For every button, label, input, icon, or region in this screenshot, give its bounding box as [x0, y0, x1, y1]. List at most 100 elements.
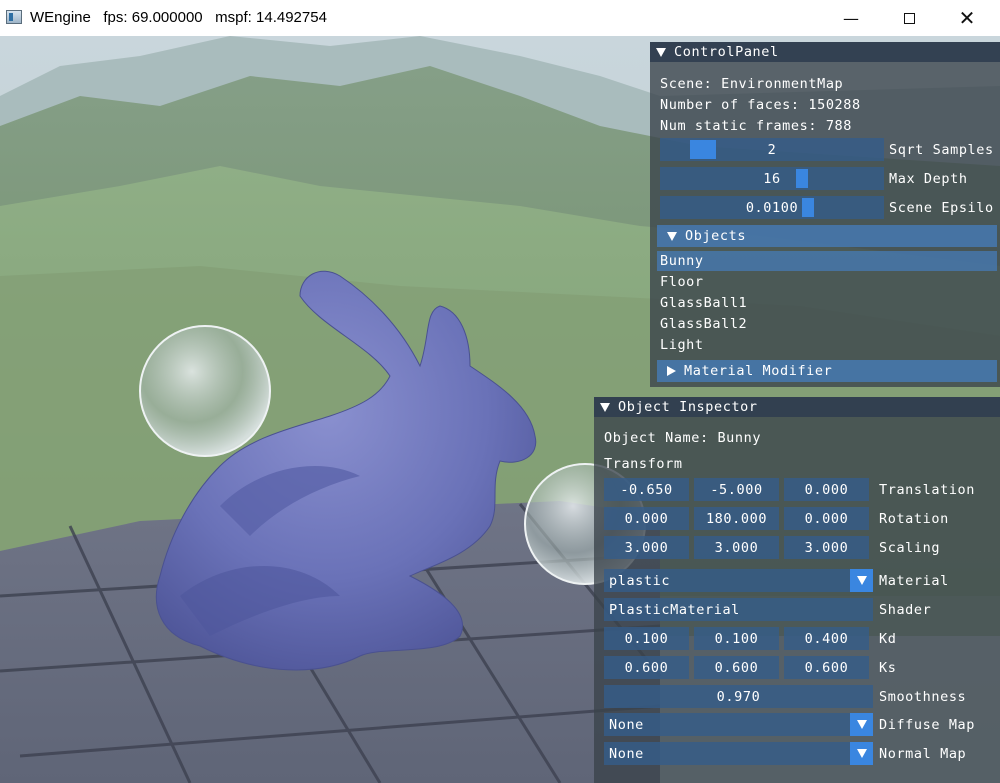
ks-b-field[interactable]: 0.600 [784, 656, 869, 679]
transform-label: Transform [604, 456, 683, 472]
slider-grab[interactable] [802, 198, 814, 217]
kd-g-field[interactable]: 0.100 [694, 627, 779, 650]
field-value: 0.600 [624, 659, 669, 676]
field-value: 3.000 [714, 539, 759, 556]
title-bar: WEngine fps: 69.000000 mspf: 14.492754 —… [0, 0, 1000, 36]
minimize-button[interactable]: — [822, 0, 880, 36]
list-item-light[interactable]: Light [657, 335, 997, 355]
smoothness-label: Smoothness [879, 689, 967, 705]
collapse-arrow-icon [656, 47, 666, 57]
face-count-text: Number of faces: 150288 [660, 97, 861, 113]
translation-y-field[interactable]: -5.000 [694, 478, 779, 501]
smoothness-field[interactable]: 0.970 [604, 685, 873, 708]
list-item-bunny[interactable]: Bunny [657, 251, 997, 271]
list-item-glassball1[interactable]: GlassBall1 [657, 293, 997, 313]
sqrt-samples-value: 2 [767, 141, 777, 158]
list-item-label: GlassBall1 [660, 295, 748, 311]
sqrt-samples-slider[interactable]: 2 [660, 138, 884, 161]
scene-epsilon-label: Scene Epsilo [889, 200, 994, 216]
control-panel-header[interactable]: ControlPanel [650, 42, 1000, 62]
max-depth-label: Max Depth [889, 171, 968, 187]
rotation-y-field[interactable]: 180.000 [694, 507, 779, 530]
object-inspector-panel: Object Inspector Object Name: Bunny Tran… [594, 397, 1000, 783]
material-combo[interactable]: plastic [604, 569, 859, 592]
material-value: plastic [609, 572, 671, 589]
shader-field[interactable]: PlasticMaterial [604, 598, 873, 621]
collapse-arrow-icon [600, 402, 610, 412]
object-inspector-header[interactable]: Object Inspector [594, 397, 1000, 417]
scaling-label: Scaling [879, 540, 941, 556]
field-value: 0.100 [624, 630, 669, 647]
list-item-floor[interactable]: Floor [657, 272, 997, 292]
smoothness-value: 0.970 [716, 688, 761, 705]
scene-name-text: Scene: EnvironmentMap [660, 76, 844, 92]
static-frames-text: Num static frames: 788 [660, 118, 853, 134]
fps-readout: fps: 69.000000 [103, 9, 203, 26]
list-item-label: Light [660, 337, 704, 353]
expand-arrow-icon [667, 366, 676, 376]
field-value: -5.000 [710, 481, 763, 498]
translation-z-field[interactable]: 0.000 [784, 478, 869, 501]
normal-map-label: Normal Map [879, 746, 967, 762]
field-value: 0.000 [804, 510, 849, 527]
collapse-arrow-icon [667, 231, 677, 241]
list-item-glassball2[interactable]: GlassBall2 [657, 314, 997, 334]
material-label: Material [879, 573, 949, 589]
app-icon [6, 10, 22, 24]
diffuse-map-value: None [609, 716, 644, 733]
shader-label: Shader [879, 602, 932, 618]
control-panel: ControlPanel Scene: EnvironmentMap Numbe… [650, 42, 1000, 387]
mspf-readout: mspf: 14.492754 [215, 9, 327, 26]
slider-grab[interactable] [690, 140, 716, 159]
normal-map-dropdown-button[interactable] [850, 742, 873, 765]
field-value: 0.600 [804, 659, 849, 676]
field-value: 0.000 [804, 481, 849, 498]
maximize-icon [903, 12, 915, 24]
list-item-label: Bunny [660, 253, 704, 269]
field-value: 0.000 [624, 510, 669, 527]
rotation-x-field[interactable]: 0.000 [604, 507, 689, 530]
normal-map-value: None [609, 745, 644, 762]
normal-map-combo[interactable]: None [604, 742, 859, 765]
window-title: WEngine fps: 69.000000 mspf: 14.492754 [30, 9, 327, 26]
field-value: 0.400 [804, 630, 849, 647]
field-value: 180.000 [705, 510, 768, 527]
translation-x-field[interactable]: -0.650 [604, 478, 689, 501]
material-modifier-header[interactable]: Material Modifier [657, 360, 997, 382]
diffuse-map-dropdown-button[interactable] [850, 713, 873, 736]
scene-epsilon-value: 0.0100 [745, 199, 799, 216]
rotation-label: Rotation [879, 511, 949, 527]
object-inspector-title: Object Inspector [618, 399, 758, 415]
material-dropdown-button[interactable] [850, 569, 873, 592]
close-button[interactable]: ✕ [938, 0, 996, 36]
kd-r-field[interactable]: 0.100 [604, 627, 689, 650]
sqrt-samples-label: Sqrt Samples [889, 142, 994, 158]
chevron-down-icon [856, 749, 867, 758]
kd-b-field[interactable]: 0.400 [784, 627, 869, 650]
scaling-z-field[interactable]: 3.000 [784, 536, 869, 559]
slider-grab[interactable] [796, 169, 808, 188]
ks-g-field[interactable]: 0.600 [694, 656, 779, 679]
field-value: 3.000 [624, 539, 669, 556]
rotation-z-field[interactable]: 0.000 [784, 507, 869, 530]
field-value: 3.000 [804, 539, 849, 556]
ks-r-field[interactable]: 0.600 [604, 656, 689, 679]
maximize-button[interactable] [880, 0, 938, 36]
diffuse-map-combo[interactable]: None [604, 713, 859, 736]
scaling-y-field[interactable]: 3.000 [694, 536, 779, 559]
shader-value: PlasticMaterial [609, 601, 740, 618]
object-name-text: Object Name: Bunny [604, 430, 762, 446]
field-value: -0.650 [620, 481, 673, 498]
field-value: 0.600 [714, 659, 759, 676]
field-value: 0.100 [714, 630, 759, 647]
kd-label: Kd [879, 631, 897, 647]
max-depth-value: 16 [763, 170, 781, 187]
translation-label: Translation [879, 482, 976, 498]
scaling-x-field[interactable]: 3.000 [604, 536, 689, 559]
objects-header[interactable]: Objects [657, 225, 997, 247]
chevron-down-icon [856, 720, 867, 729]
max-depth-slider[interactable]: 16 [660, 167, 884, 190]
scene-epsilon-slider[interactable]: 0.0100 [660, 196, 884, 219]
diffuse-map-label: Diffuse Map [879, 717, 976, 733]
chevron-down-icon [856, 576, 867, 585]
